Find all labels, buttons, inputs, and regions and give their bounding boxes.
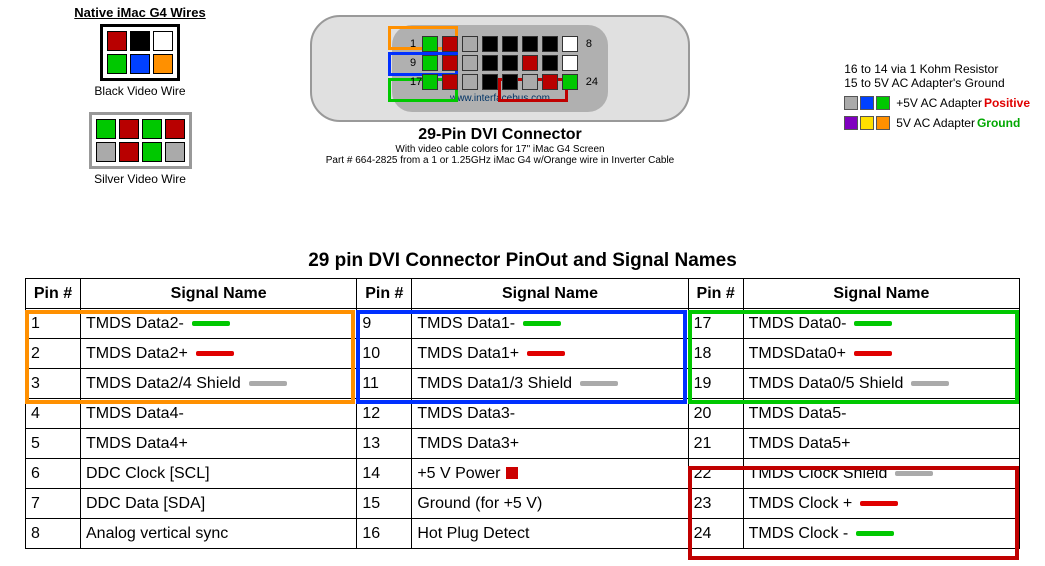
table-row: 6DDC Clock [SCL]14+5 V Power22TMDS Clock… (26, 459, 1020, 489)
native-title: Native iMac G4 Wires (40, 5, 240, 20)
native-wires: Native iMac G4 Wires Black Video Wire Si… (40, 5, 240, 186)
black-wire-box (100, 24, 180, 81)
dvi-connector: 1 8 9 17 24 www.interfacebus.com 29-Pin … (310, 15, 690, 166)
legend: 16 to 14 via 1 Kohm Resistor 15 to 5V AC… (844, 62, 1030, 136)
legend-ground: 5V AC Adapter Ground (844, 116, 1030, 130)
black-wire-label: Black Video Wire (40, 84, 240, 98)
table-row: 8Analog vertical sync16Hot Plug Detect24… (26, 519, 1020, 549)
pin-num-17: 17 (410, 76, 422, 88)
pin-num-9: 9 (410, 57, 416, 69)
table-row: 7DDC Data [SDA]15Ground (for +5 V)23TMDS… (26, 489, 1020, 519)
silver-wire-label: Silver Video Wire (40, 172, 240, 186)
table-row: 5TMDS Data4+13TMDS Data3+21TMDS Data5+ (26, 429, 1020, 459)
th-0: Pin # (26, 279, 81, 309)
table-row: 3TMDS Data2/4 Shield11TMDS Data1/3 Shiel… (26, 369, 1020, 399)
silver-wire-box (89, 112, 192, 169)
th-2: Pin # (357, 279, 412, 309)
pin-num-8: 8 (586, 38, 592, 50)
connector-title: 29-Pin DVI Connector (310, 126, 690, 144)
note-1: 16 to 14 via 1 Kohm Resistor (844, 62, 1030, 76)
pin-num-1: 1 (410, 38, 416, 50)
pinout-table: Pin # Signal Name Pin # Signal Name Pin … (25, 278, 1020, 549)
table: Pin # Signal Name Pin # Signal Name Pin … (25, 278, 1020, 549)
th-4: Pin # (688, 279, 743, 309)
connector-sub1: With video cable colors for 17" iMac G4 … (310, 144, 690, 155)
connector-url: www.interfacebus.com (422, 93, 578, 104)
legend-positive: +5V AC Adapter Positive (844, 96, 1030, 110)
table-row: 1TMDS Data2-9TMDS Data1-17TMDS Data0- (26, 309, 1020, 339)
th-3: Signal Name (412, 279, 688, 309)
pin-num-24: 24 (586, 76, 598, 88)
note-2: 15 to 5V AC Adapter's Ground (844, 76, 1030, 90)
table-title: 29 pin DVI Connector PinOut and Signal N… (0, 250, 1045, 272)
table-row: 2TMDS Data2+10TMDS Data1+18TMDSData0+ (26, 339, 1020, 369)
table-row: 4TMDS Data4-12TMDS Data3-20TMDS Data5- (26, 399, 1020, 429)
connector-sub2: Part # 664-2825 from a 1 or 1.25GHz iMac… (310, 155, 690, 166)
th-1: Signal Name (81, 279, 357, 309)
th-5: Signal Name (743, 279, 1019, 309)
